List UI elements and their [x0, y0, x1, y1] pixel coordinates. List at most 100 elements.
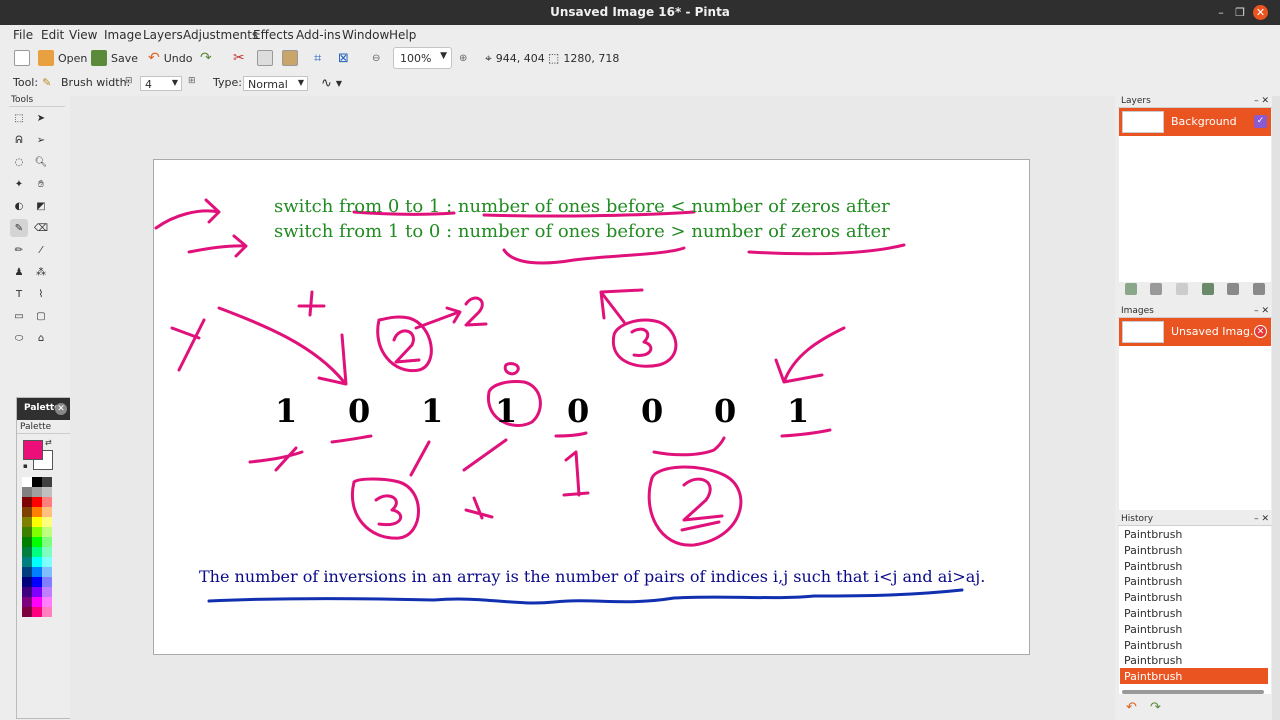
history-item[interactable]: Paintbrush [1120, 589, 1268, 605]
menu-effects[interactable]: Effects [253, 28, 294, 42]
eraser-icon[interactable]: ⌫ [32, 219, 50, 237]
palette-swatch[interactable] [22, 537, 32, 547]
panel-controls-icon[interactable]: – ✕ [1254, 96, 1269, 106]
menu-view[interactable]: View [69, 28, 97, 42]
palette-swatch[interactable] [22, 577, 32, 587]
paint-bucket-icon[interactable]: ◐ [10, 197, 28, 215]
redo-button[interactable]: ↷ [200, 49, 212, 67]
close-icon[interactable]: ✕ [55, 403, 67, 415]
menu-addins[interactable]: Add-ins [296, 28, 341, 42]
palette-swatch[interactable] [32, 587, 42, 597]
zoom-in-button[interactable]: ⊕ [459, 49, 467, 67]
palette-swatch[interactable] [42, 497, 52, 507]
menu-edit[interactable]: Edit [41, 28, 64, 42]
zoom-out-button[interactable]: ⊖ [372, 49, 380, 67]
save-button[interactable]: Save [91, 49, 138, 67]
rect-select-icon[interactable]: ⬚ [10, 109, 28, 127]
image-canvas[interactable]: switch from 0 to 1 : number of ones befo… [153, 159, 1030, 655]
rectangle-icon[interactable]: ▭ [10, 307, 28, 325]
palette-swatch[interactable] [42, 537, 52, 547]
palette-swatch[interactable] [22, 597, 32, 607]
history-hscroll[interactable] [1122, 690, 1264, 694]
palette-swatch[interactable] [42, 607, 52, 617]
deselect-button[interactable]: ⊠ [338, 49, 349, 67]
menu-window[interactable]: Window [342, 28, 389, 42]
lasso-icon[interactable]: ᕱ [10, 131, 28, 149]
zoom-icon[interactable]: 🔍︎ [32, 153, 50, 171]
palette-swatch[interactable] [32, 527, 42, 537]
palette-swatch[interactable] [32, 487, 42, 497]
recolor-icon[interactable]: ⁂ [32, 263, 50, 281]
palette-swatch[interactable] [22, 557, 32, 567]
ellipse-select-icon[interactable]: ◌ [10, 153, 28, 171]
image-item[interactable]: Unsaved Imag... ✕ [1119, 318, 1271, 346]
palette-swatch[interactable] [32, 567, 42, 577]
antialiasing-icon[interactable]: ∿ [321, 76, 332, 91]
duplicate-layer-icon[interactable] [1176, 283, 1189, 295]
magic-wand-icon[interactable]: ✦ [10, 175, 28, 193]
history-redo-icon[interactable]: ↷ [1150, 700, 1161, 715]
palette-swatch[interactable] [42, 517, 52, 527]
palette-swatch[interactable] [22, 567, 32, 577]
text-icon[interactable]: T [10, 285, 28, 303]
swap-colors-icon[interactable]: ⇄ [45, 438, 52, 447]
palette-swatch[interactable] [32, 577, 42, 587]
history-item[interactable]: Paintbrush [1120, 621, 1268, 637]
color-picker-icon[interactable]: ⁄ [32, 241, 50, 259]
palette-swatch[interactable] [32, 597, 42, 607]
palette-swatch[interactable] [32, 557, 42, 567]
palette-swatch[interactable] [42, 577, 52, 587]
move-selection-icon[interactable]: ➢ [32, 131, 50, 149]
close-image-icon[interactable]: ✕ [1254, 325, 1267, 338]
ellipse-icon[interactable]: ⬭ [10, 329, 28, 347]
palette-swatch[interactable] [22, 497, 32, 507]
history-item[interactable]: Paintbrush [1120, 573, 1268, 589]
palette-swatch[interactable] [42, 477, 52, 487]
right-scrollbar[interactable] [1272, 96, 1280, 720]
palette-swatch[interactable] [42, 587, 52, 597]
history-item[interactable]: Paintbrush [1120, 668, 1268, 685]
clone-stamp-icon[interactable]: ♟︎ [10, 263, 28, 281]
undo-button[interactable]: ↶ Undo [148, 49, 192, 67]
close-icon[interactable]: ✕ [1253, 5, 1268, 20]
palette-swatch[interactable] [22, 487, 32, 497]
merge-layer-icon[interactable] [1201, 283, 1214, 295]
palette-swatch[interactable] [42, 527, 52, 537]
move-layer-up-icon[interactable] [1227, 283, 1240, 295]
menu-adjustments[interactable]: Adjustments [183, 28, 258, 42]
palette-swatch[interactable] [32, 607, 42, 617]
palette-swatch[interactable] [32, 547, 42, 557]
palette-swatch[interactable] [42, 567, 52, 577]
layer-item-background[interactable]: Background ✓ [1119, 108, 1271, 136]
palette-swatch[interactable] [32, 517, 42, 527]
pan-icon[interactable]: ✋︎ [32, 175, 50, 193]
open-button[interactable]: Open [38, 49, 87, 67]
move-layer-down-icon[interactable] [1253, 283, 1266, 295]
zoom-combo[interactable]: 100% ▼ [393, 47, 452, 69]
history-item[interactable]: Paintbrush [1120, 542, 1268, 558]
palette-swatch[interactable] [22, 607, 32, 617]
palette-swatch[interactable] [22, 477, 32, 487]
copy-button[interactable] [257, 49, 273, 67]
palette-swatch[interactable] [42, 597, 52, 607]
new-button[interactable] [14, 49, 30, 67]
panel-controls-icon[interactable]: – ✕ [1254, 514, 1269, 524]
history-item[interactable]: Paintbrush [1120, 652, 1268, 668]
increase-width-icon[interactable]: ⊞ [188, 76, 196, 86]
freeform-shape-icon[interactable]: ⌂ [32, 329, 50, 347]
menu-image[interactable]: Image [104, 28, 142, 42]
history-item[interactable]: Paintbrush [1120, 605, 1268, 621]
palette-swatch[interactable] [42, 507, 52, 517]
minimize-icon[interactable]: – [1214, 6, 1228, 20]
line-curve-icon[interactable]: ⌇ [32, 285, 50, 303]
pencil-icon[interactable]: ✏︎ [10, 241, 28, 259]
add-layer-icon[interactable] [1124, 283, 1137, 295]
palette-swatch[interactable] [32, 507, 42, 517]
type-combo[interactable]: Normal ▼ [243, 76, 308, 91]
move-selected-icon[interactable]: ➤ [32, 109, 50, 127]
gradient-icon[interactable]: ◩ [32, 197, 50, 215]
palette-swatch[interactable] [42, 547, 52, 557]
decrease-width-icon[interactable]: ⊟ [125, 76, 133, 86]
restore-icon[interactable]: ❐ [1233, 6, 1247, 20]
palette-swatch[interactable] [22, 527, 32, 537]
